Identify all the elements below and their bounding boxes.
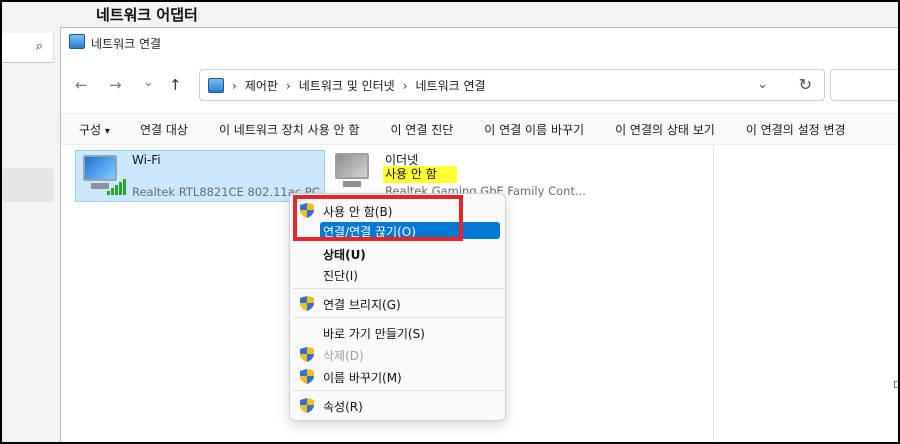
wifi-adapter-icon <box>79 155 126 197</box>
edge-stray-character: D <box>893 380 900 391</box>
menu-item-shortcut-label: 바로 가기 만들기(S) <box>323 327 425 341</box>
adapter-item-wifi[interactable]: Wi-Fi Realtek RTL8821CE 802.11ac PC... <box>75 150 331 202</box>
menu-item-delete-label: 삭제(D) <box>323 349 364 363</box>
forward-arrow-icon[interactable]: → <box>109 76 122 94</box>
uac-shield-icon <box>300 296 314 311</box>
network-connections-icon <box>69 34 85 49</box>
menu-item-connect-label: 연결/연결 끊기(O) <box>323 225 416 239</box>
ethernet-adapter-icon <box>331 153 377 195</box>
titlebar: 네트워크 연결 <box>61 28 900 58</box>
cmd-view-status[interactable]: 이 연결의 상태 보기 <box>615 121 715 138</box>
search-icon[interactable]: ⌕ <box>36 39 43 54</box>
menu-item-properties[interactable]: 속성(R) <box>290 395 505 415</box>
menu-item-diagnose-label: 진단(I) <box>323 269 358 283</box>
page-heading: 네트워크 어댑터 <box>96 6 198 24</box>
adapter-status: 사용 안 함 <box>383 166 457 183</box>
menu-item-rename-label: 이름 바꾸기(M) <box>323 371 402 385</box>
organize-caret-icon: ▾ <box>104 125 110 137</box>
menu-separator <box>293 288 504 289</box>
menu-item-rename[interactable]: 이름 바꾸기(M) <box>290 366 505 386</box>
uac-shield-icon <box>300 203 314 218</box>
command-bar: 구성 ▾ 연결 대상 이 네트워크 장치 사용 안 함 이 연결 진단 이 연결… <box>61 113 900 145</box>
uac-shield-icon <box>300 347 314 362</box>
context-menu: 사용 안 함(B) 연결/연결 끊기(O) 상태(U) 진단(I) 연결 브리지… <box>289 193 506 421</box>
breadcrumb: › 제어판 › 네트워크 및 인터넷 › 네트워크 연결 <box>208 77 486 94</box>
address-dropdown-chevron-icon[interactable]: ⌄ <box>757 77 768 92</box>
cmd-organize[interactable]: 구성 ▾ <box>79 121 110 138</box>
cmd-rename[interactable]: 이 연결 이름 바꾸기 <box>484 121 584 138</box>
uac-shield-icon <box>300 398 314 413</box>
search-input[interactable] <box>830 69 900 101</box>
cmd-connect-to[interactable]: 연결 대상 <box>140 121 188 138</box>
cmd-change-settings[interactable]: 이 연결의 설정 변경 <box>746 121 846 138</box>
menu-item-connect-disconnect[interactable]: 연결/연결 끊기(O) <box>320 222 500 239</box>
refresh-icon[interactable]: ↻ <box>799 75 812 94</box>
menu-separator <box>293 390 504 391</box>
breadcrumb-network-internet[interactable]: 네트워크 및 인터넷 <box>299 77 395 94</box>
adapter-name: Wi-Fi <box>132 153 161 167</box>
menu-item-disable[interactable]: 사용 안 함(B) <box>290 200 505 220</box>
cmd-disable-device[interactable]: 이 네트워크 장치 사용 안 함 <box>219 121 360 138</box>
menu-item-bridge[interactable]: 연결 브리지(G) <box>290 293 505 313</box>
window-title: 네트워크 연결 <box>91 37 162 51</box>
left-search-box[interactable]: ⌕ <box>2 33 54 63</box>
back-arrow-icon[interactable]: ← <box>75 76 88 94</box>
recent-locations-chevron-icon[interactable]: ⌄ <box>143 75 154 90</box>
menu-item-diagnose[interactable]: 진단(I) <box>290 264 505 284</box>
menu-item-properties-label: 속성(R) <box>323 400 363 414</box>
uac-shield-icon <box>300 369 314 384</box>
left-pane-selected-item[interactable] <box>2 168 54 202</box>
breadcrumb-network-connections[interactable]: 네트워크 연결 <box>416 77 486 94</box>
breadcrumb-control-panel[interactable]: 제어판 <box>245 77 278 94</box>
menu-item-bridge-label: 연결 브리지(G) <box>323 298 401 312</box>
menu-item-delete[interactable]: 삭제(D) <box>290 344 505 364</box>
cmd-organize-label: 구성 <box>79 122 102 137</box>
up-arrow-icon[interactable]: ↑ <box>169 76 182 94</box>
navigation-row: ← → ⌄ ↑ › 제어판 › 네트워크 및 인터넷 › 네트워크 연결 ⌄ ↻ <box>61 66 900 102</box>
breadcrumb-separator[interactable]: › <box>403 79 408 93</box>
cmd-diagnose[interactable]: 이 연결 진단 <box>390 121 453 138</box>
menu-separator <box>293 317 504 318</box>
menu-item-status-label: 상태(U) <box>323 248 366 262</box>
breadcrumb-separator[interactable]: › <box>232 79 237 93</box>
signal-bars-icon <box>107 179 126 195</box>
breadcrumb-separator[interactable]: › <box>286 79 291 93</box>
column-divider <box>713 145 714 444</box>
control-panel-icon <box>208 78 224 93</box>
menu-item-status[interactable]: 상태(U) <box>290 243 505 263</box>
address-bar[interactable]: › 제어판 › 네트워크 및 인터넷 › 네트워크 연결 ⌄ ↻ <box>199 69 825 101</box>
menu-item-create-shortcut[interactable]: 바로 가기 만들기(S) <box>290 322 505 342</box>
menu-item-disable-label: 사용 안 함(B) <box>323 205 393 219</box>
